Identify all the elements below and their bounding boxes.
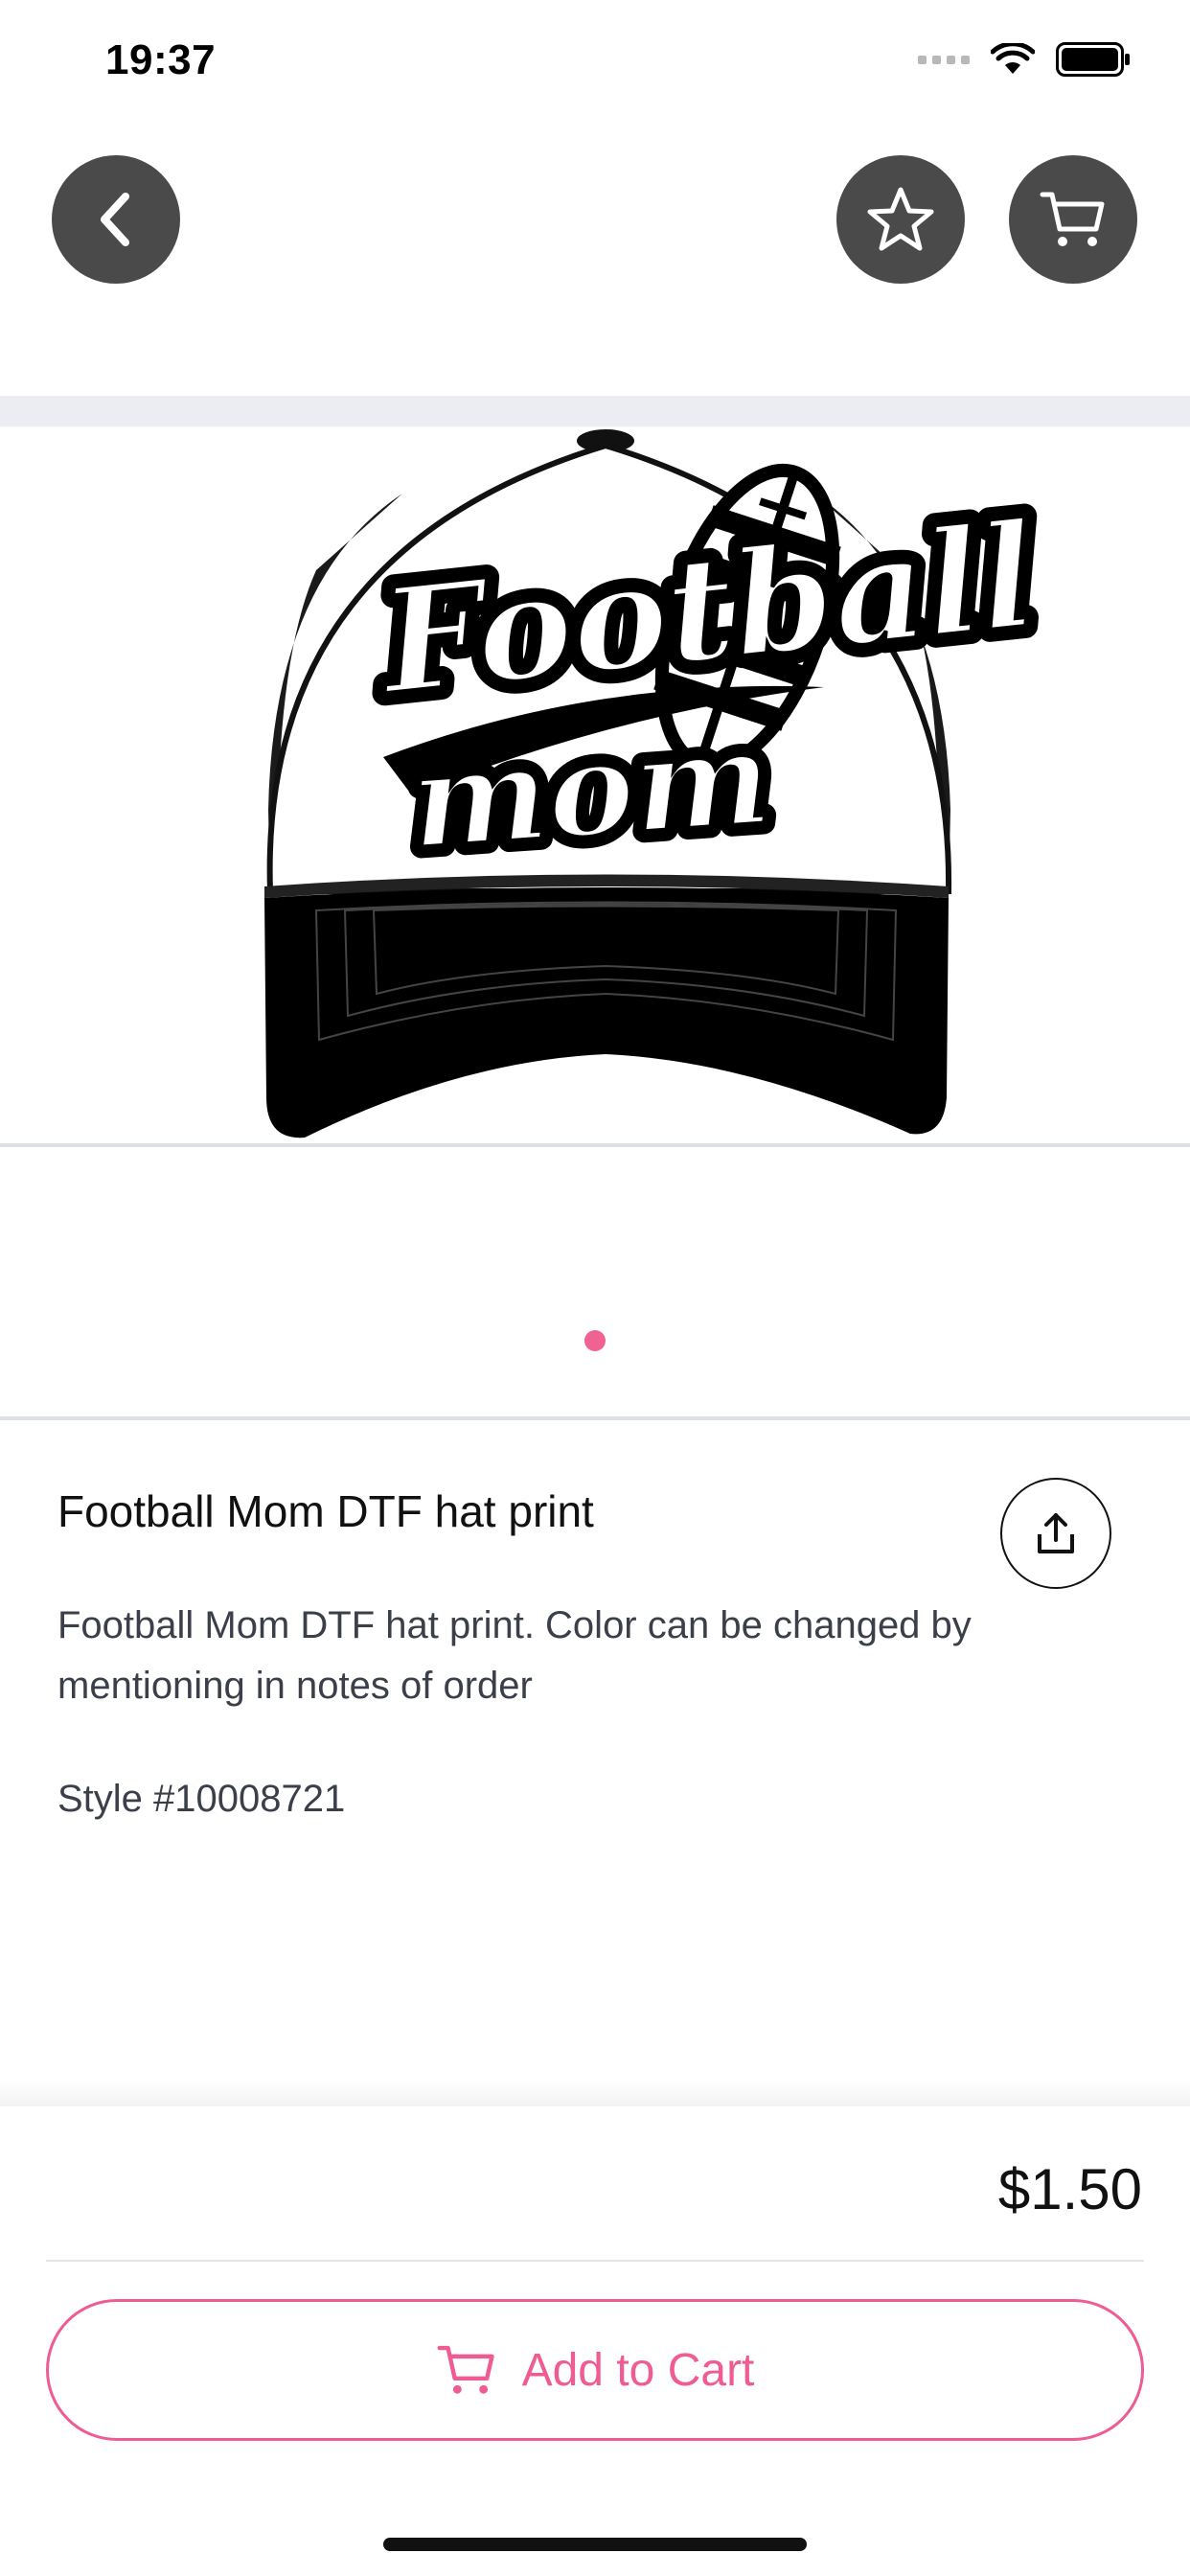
cart-button[interactable] — [1009, 155, 1137, 284]
product-description: Football Mom DTF hat print. Color can be… — [57, 1604, 972, 1707]
cart-icon — [437, 2345, 494, 2394]
carousel-page-indicator[interactable] — [584, 1330, 606, 1351]
home-indicator[interactable] — [383, 2538, 807, 2551]
panel-divider — [46, 2260, 1144, 2262]
add-to-cart-label: Add to Cart — [521, 2344, 755, 2396]
star-icon — [867, 187, 934, 251]
hat-image: Football Football mom mom — [264, 429, 1056, 1138]
image-top-band — [0, 396, 1190, 426]
back-button[interactable] — [52, 155, 180, 284]
product-image[interactable]: Football Football mom mom — [0, 426, 1190, 1143]
image-text-mom-inner: mom — [406, 701, 776, 878]
cellular-signal-icon — [918, 55, 970, 64]
wifi-icon — [991, 43, 1035, 74]
add-to-cart-button[interactable]: Add to Cart — [46, 2299, 1144, 2441]
chevron-left-icon — [101, 193, 129, 246]
cart-icon — [1040, 192, 1105, 246]
battery-icon — [1056, 42, 1130, 77]
product-style-number: Style #10008721 — [57, 1778, 346, 1820]
status-indicators — [918, 42, 1131, 77]
image-divider — [0, 1143, 1190, 1147]
share-button[interactable] — [1000, 1478, 1111, 1589]
product-title: Football Mom DTF hat print — [57, 1486, 594, 1536]
share-icon — [1038, 1513, 1074, 1553]
section-divider — [0, 1416, 1190, 1420]
panel-shadow — [0, 2080, 1190, 2108]
product-price: $1.50 — [997, 2157, 1142, 2221]
status-time: 19:37 — [105, 36, 217, 83]
favorite-button[interactable] — [836, 155, 965, 284]
